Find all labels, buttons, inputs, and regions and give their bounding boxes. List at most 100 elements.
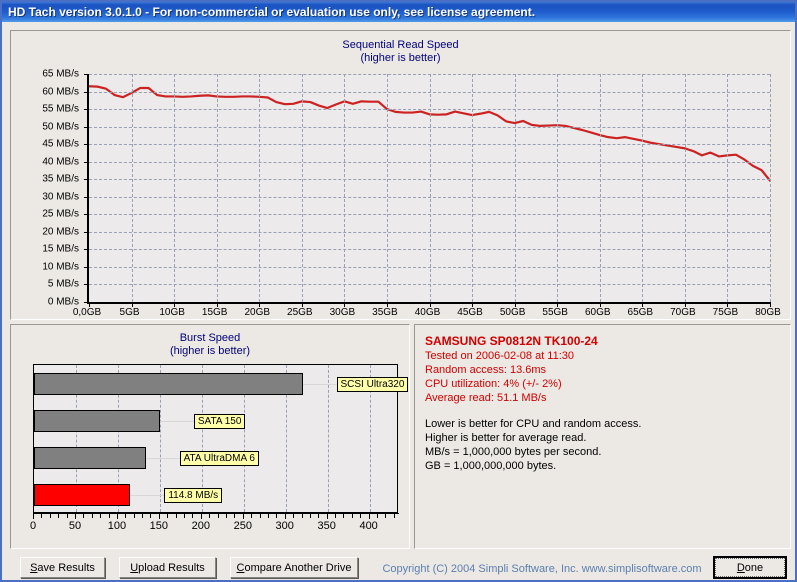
sequential-y-tick-label: 5 MB/s: [48, 279, 79, 290]
burst-gridline-v: [328, 365, 329, 512]
done-rest: one: [745, 562, 763, 574]
burst-x-tick: [58, 513, 59, 518]
burst-bar-label: SATA 150: [194, 414, 246, 429]
random-access-text: Random access: 13.6ms: [425, 363, 785, 377]
save-results-button[interactable]: Save Results: [20, 557, 105, 578]
burst-x-tick: [327, 513, 328, 519]
sequential-x-tick-label: 30GB: [330, 307, 356, 318]
sequential-x-tick-label: 10GB: [159, 307, 185, 318]
sequential-y-tick: [84, 92, 89, 93]
note-mbps-definition: MB/s = 1,000,000 bytes per second.: [425, 445, 785, 459]
sequential-y-axis-labels: 0 MB/s5 MB/s10 MB/s15 MB/s20 MB/s25 MB/s…: [11, 74, 83, 302]
burst-x-tick: [184, 513, 185, 518]
sequential-plot-area: [87, 74, 770, 304]
upload-results-label: Upload Results: [130, 562, 205, 574]
sequential-y-tick: [84, 197, 89, 198]
note-gb-definition: GB = 1,000,000,000 bytes.: [425, 459, 785, 473]
burst-x-tick-label: 100: [108, 520, 126, 532]
burst-chart-title: Burst Speed (higher is better): [11, 332, 409, 358]
burst-label-leader-line: [160, 421, 194, 422]
burst-x-tick: [142, 513, 143, 518]
burst-x-tick: [125, 513, 126, 518]
burst-x-tick: [243, 513, 244, 519]
burst-x-tick: [285, 513, 286, 519]
burst-bar: [34, 447, 146, 469]
sequential-y-tick-label: 45 MB/s: [42, 139, 79, 150]
compare-another-drive-button[interactable]: Compare Another Drive: [230, 557, 358, 578]
sequential-y-tick-label: 50 MB/s: [42, 121, 79, 132]
average-read-text: Average read: 51.1 MB/s: [425, 391, 785, 405]
sequential-y-tick: [84, 179, 89, 180]
burst-x-tick: [33, 513, 34, 519]
sequential-chart-title-main: Sequential Read Speed: [11, 39, 790, 52]
burst-x-tick: [360, 513, 361, 518]
sequential-x-tick-label: 15GB: [202, 307, 228, 318]
upload-results-accel: U: [130, 562, 138, 574]
save-results-rest: ave Results: [37, 562, 94, 574]
burst-x-tick: [234, 513, 235, 518]
burst-x-tick: [293, 513, 294, 518]
done-button[interactable]: Done: [713, 556, 787, 579]
sequential-y-tick: [84, 109, 89, 110]
burst-x-tick: [209, 513, 210, 518]
burst-x-tick: [218, 513, 219, 518]
burst-x-tick: [67, 513, 68, 518]
sequential-x-tick-label: 80GB: [755, 307, 781, 318]
sequential-y-tick: [84, 162, 89, 163]
burst-x-tick-label: 200: [192, 520, 210, 532]
compare-another-drive-label: Compare Another Drive: [237, 562, 352, 574]
burst-label-leader-line: [130, 495, 164, 496]
sequential-x-tick-label: 45GB: [457, 307, 483, 318]
burst-x-tick-label: 50: [69, 520, 81, 532]
burst-x-tick: [41, 513, 42, 518]
burst-x-tick: [335, 513, 336, 518]
burst-x-tick: [276, 513, 277, 518]
sequential-y-tick-label: 30 MB/s: [42, 191, 79, 202]
burst-x-tick: [109, 513, 110, 518]
done-button-focus-ring: Done: [715, 558, 785, 577]
sequential-x-tick-label: 0,0GB: [73, 307, 101, 318]
sequential-y-tick: [84, 127, 89, 128]
burst-x-tick: [385, 513, 386, 518]
burst-x-tick: [167, 513, 168, 518]
sequential-y-tick-label: 55 MB/s: [42, 104, 79, 115]
burst-x-tick-label: 0: [30, 520, 36, 532]
burst-bar: [34, 410, 160, 432]
burst-chart-title-main: Burst Speed: [11, 332, 409, 345]
burst-x-tick: [260, 513, 261, 518]
compare-rest: ompare Another Drive: [244, 562, 351, 574]
upload-results-button[interactable]: Upload Results: [119, 557, 216, 578]
sequential-y-tick: [84, 249, 89, 250]
burst-bar-label: 114.8 MB/s: [164, 488, 222, 503]
note-cpu-random: Lower is better for CPU and random acces…: [425, 417, 785, 431]
sequential-y-tick-label: 65 MB/s: [42, 69, 79, 80]
drive-model-name: SAMSUNG SP0812N TK100-24: [425, 333, 785, 349]
burst-x-tick: [343, 513, 344, 518]
done-accel: D: [737, 562, 745, 574]
burst-x-tick: [377, 513, 378, 518]
done-label: Done: [737, 562, 763, 574]
window-title-text: HD Tach version 3.0.1.0 - For non-commer…: [8, 5, 535, 19]
sequential-y-tick-label: 40 MB/s: [42, 156, 79, 167]
sequential-x-tick-label: 65GB: [628, 307, 654, 318]
burst-x-tick: [251, 513, 252, 518]
burst-bar-label: SCSI Ultra320: [337, 377, 409, 392]
sequential-y-tick: [84, 232, 89, 233]
burst-label-leader-line: [146, 458, 180, 459]
sequential-x-tick-label: 55GB: [542, 307, 568, 318]
burst-x-tick: [50, 513, 51, 518]
cpu-utilization-text: CPU utilization: 4% (+/- 2%): [425, 377, 785, 391]
note-average-read: Higher is better for average read.: [425, 431, 785, 445]
hd-tach-window: HD Tach version 3.0.1.0 - For non-commer…: [0, 0, 797, 582]
sequential-x-tick-label: 50GB: [500, 307, 526, 318]
burst-x-tick: [75, 513, 76, 519]
save-results-label: Save Results: [30, 562, 95, 574]
burst-x-tick: [310, 513, 311, 518]
sequential-y-tick-label: 20 MB/s: [42, 226, 79, 237]
tested-on-text: Tested on 2006-02-08 at 11:30: [425, 349, 785, 363]
sequential-chart-title: Sequential Read Speed (higher is better): [11, 39, 790, 65]
sequential-x-tick-label: 70GB: [670, 307, 696, 318]
sequential-y-tick: [84, 267, 89, 268]
sequential-y-tick-label: 0 MB/s: [48, 297, 79, 308]
burst-x-tick: [352, 513, 353, 518]
